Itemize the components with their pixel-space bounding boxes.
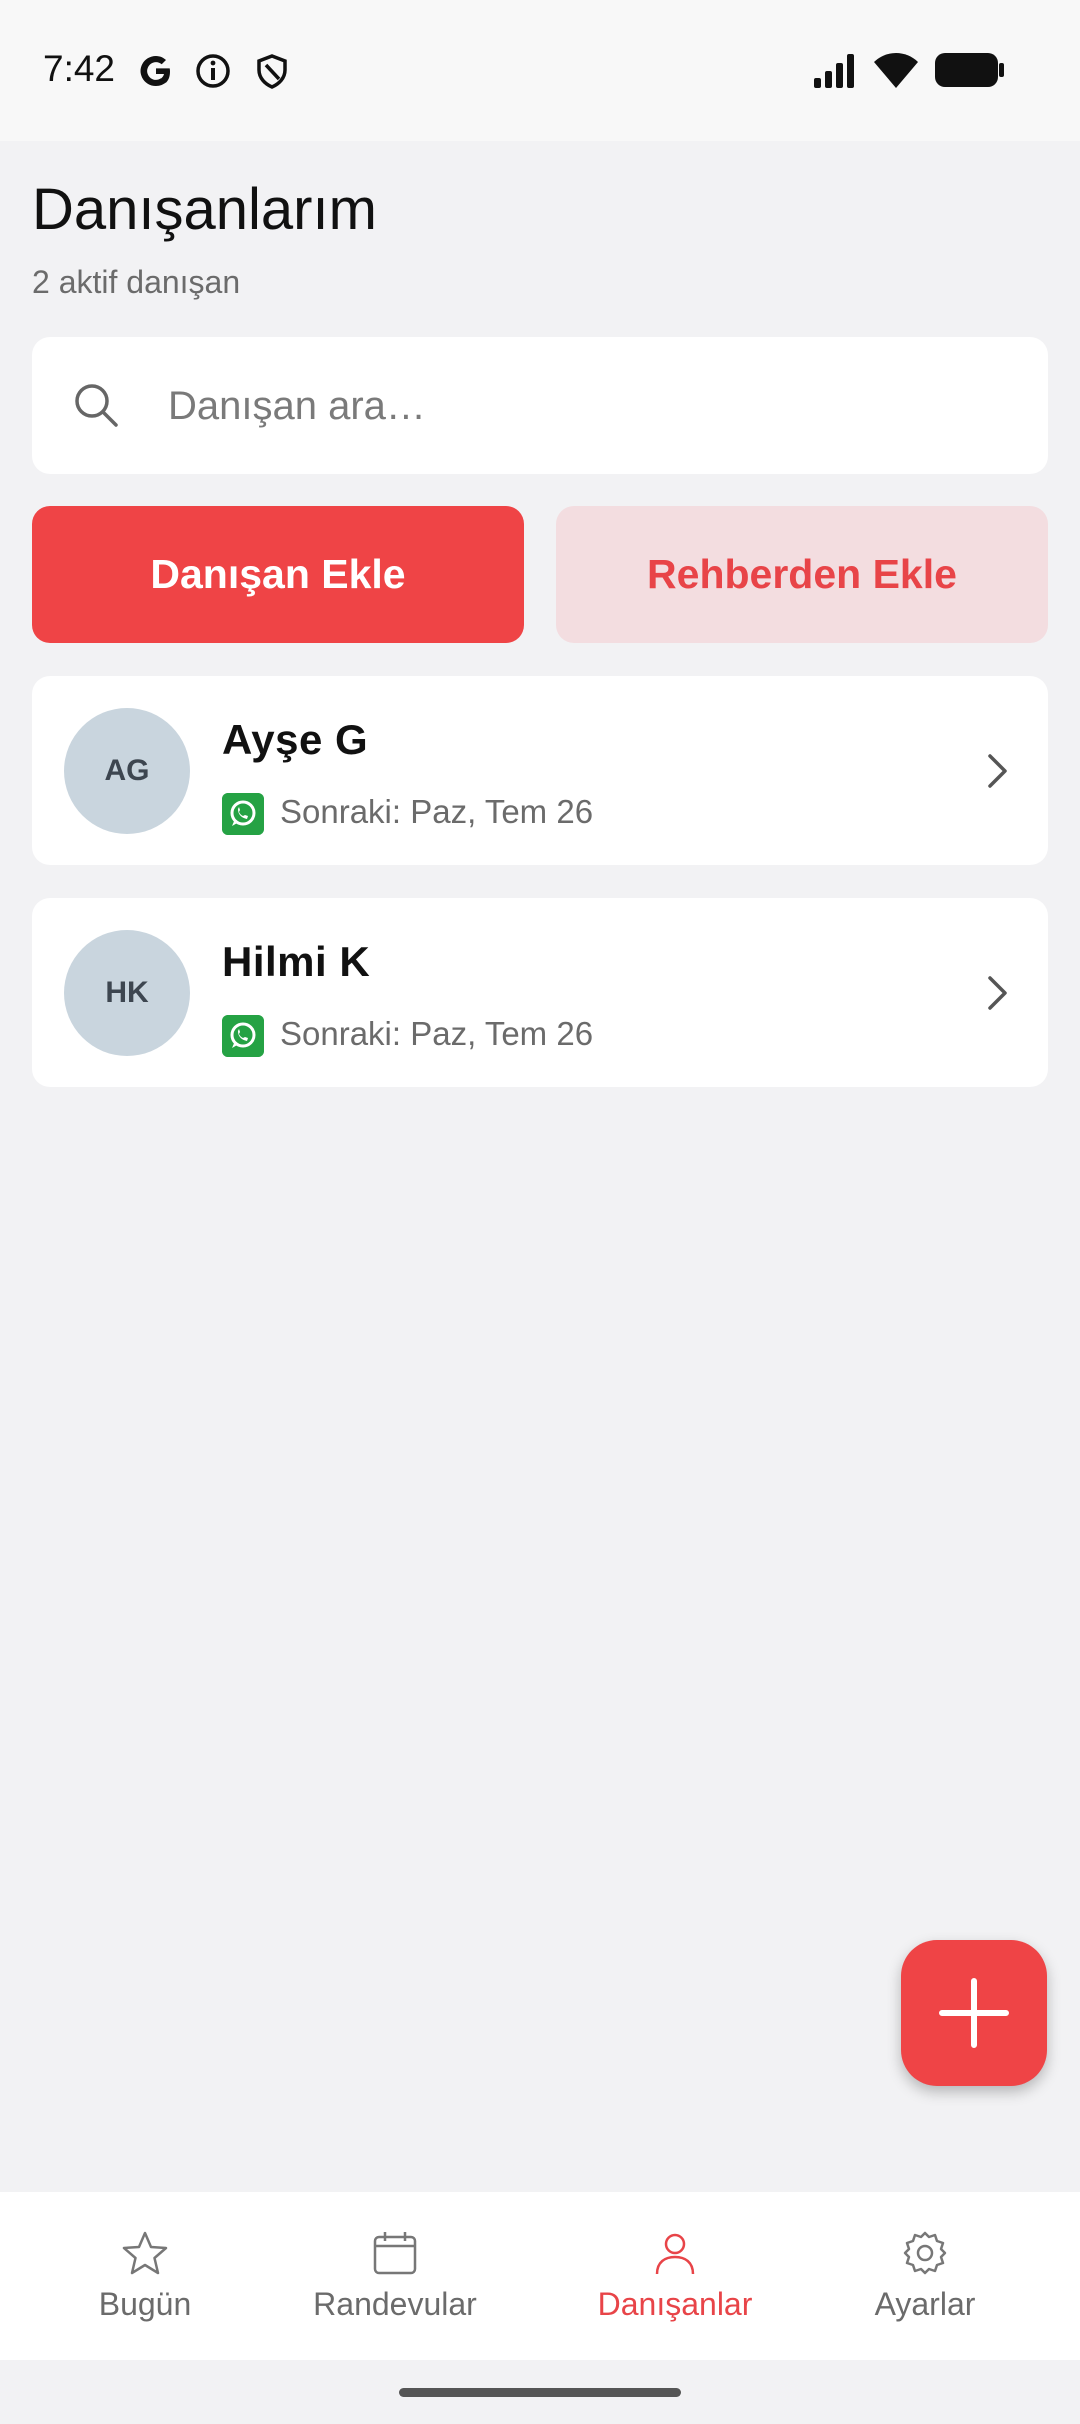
chevron-right-icon bbox=[988, 754, 1007, 788]
next-appointment: Sonraki: Paz, Tem 26 bbox=[280, 793, 594, 830]
client-card[interactable]: AG Ayşe G Sonraki: Paz, Tem 26 bbox=[32, 676, 1048, 865]
client-card[interactable]: HK Hilmi K Sonraki: Paz, Tem 26 bbox=[32, 898, 1048, 1087]
nav-item-settings[interactable]: Ayarlar bbox=[860, 2192, 990, 2360]
status-bar: 7:42 bbox=[0, 0, 1080, 141]
search-input[interactable] bbox=[168, 367, 1008, 445]
chevron-right-icon bbox=[988, 976, 1007, 1010]
battery-icon bbox=[935, 53, 1004, 87]
page-title: Danışanlarım bbox=[32, 177, 377, 242]
plus-icon bbox=[939, 1978, 1009, 2048]
add-from-contacts-button[interactable]: Rehberden Ekle bbox=[556, 506, 1048, 643]
add-client-button[interactable]: Danışan Ekle bbox=[32, 506, 524, 643]
bottom-navigation: Bugün Randevular Danışanlar Ayarlar bbox=[0, 2192, 1080, 2360]
info-icon bbox=[196, 54, 230, 88]
wifi-icon bbox=[874, 53, 918, 88]
gear-icon bbox=[903, 2231, 947, 2275]
whatsapp-icon bbox=[222, 1015, 264, 1057]
nav-label-settings: Ayarlar bbox=[874, 2286, 976, 2322]
nav-item-appointments[interactable]: Randevular bbox=[300, 2192, 490, 2360]
calendar-icon bbox=[373, 2232, 417, 2275]
next-appointment: Sonraki: Paz, Tem 26 bbox=[280, 1015, 594, 1052]
star-icon bbox=[122, 2231, 168, 2275]
google-g-icon bbox=[140, 56, 170, 86]
nav-item-today[interactable]: Bugün bbox=[60, 2192, 230, 2360]
gesture-area bbox=[0, 2360, 1080, 2424]
search-icon bbox=[75, 384, 118, 427]
nav-label-appointments: Randevular bbox=[313, 2286, 477, 2322]
client-name: Ayşe G bbox=[222, 716, 369, 763]
add-fab-button[interactable] bbox=[901, 1940, 1047, 2086]
search-bar[interactable] bbox=[32, 337, 1048, 474]
avatar: AG bbox=[64, 708, 190, 834]
status-time: 7:42 bbox=[43, 48, 116, 89]
nav-label-clients: Danışanlar bbox=[597, 2286, 753, 2322]
home-gesture-bar[interactable] bbox=[399, 2388, 681, 2397]
nav-label-today: Bugün bbox=[98, 2286, 192, 2322]
person-icon bbox=[655, 2233, 695, 2275]
avatar: HK bbox=[64, 930, 190, 1056]
nav-item-clients[interactable]: Danışanlar bbox=[580, 2192, 770, 2360]
active-client-count: 2 aktif danışan bbox=[32, 264, 241, 300]
shield-icon bbox=[257, 54, 287, 89]
client-name: Hilmi K bbox=[222, 938, 371, 985]
signal-icon bbox=[814, 54, 854, 88]
whatsapp-icon bbox=[222, 793, 264, 835]
